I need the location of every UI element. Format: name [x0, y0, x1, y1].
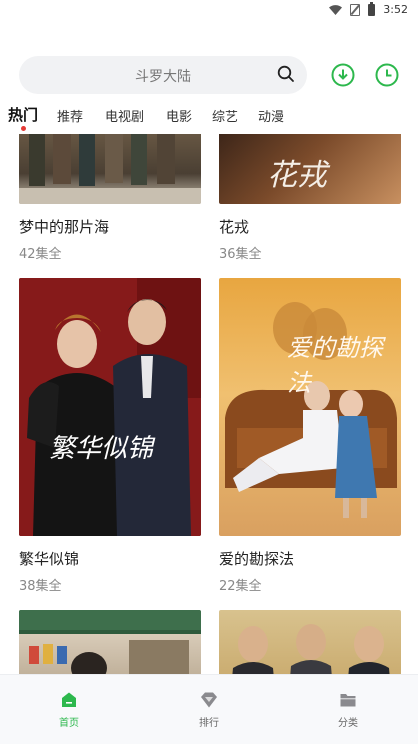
- show-episodes: 38集全: [19, 579, 62, 594]
- history-icon[interactable]: [375, 63, 399, 87]
- status-bar: 3:52: [0, 0, 418, 22]
- battery-icon: [368, 1, 376, 16]
- show-poster[interactable]: 花戎: [219, 134, 401, 204]
- poster-title-art: 繁华似锦: [49, 434, 154, 464]
- tab-movies[interactable]: 电影: [166, 106, 192, 125]
- show-poster[interactable]: [19, 610, 201, 674]
- active-tab-indicator: [21, 126, 26, 131]
- show-card[interactable]: 花戎 花戎 36集全: [219, 134, 401, 262]
- show-card[interactable]: 梦中的那片海 42集全: [19, 134, 201, 262]
- tab-tv-series[interactable]: 电视剧: [105, 106, 144, 125]
- show-title: 花戎: [219, 218, 250, 236]
- nav-home[interactable]: 首页: [29, 691, 109, 729]
- poster-title-art: 爱的勘探法: [287, 334, 383, 397]
- show-title: 梦中的那片海: [19, 218, 110, 236]
- show-card[interactable]: 繁华似锦 繁华似锦 38集全: [19, 278, 201, 594]
- show-poster[interactable]: [219, 610, 401, 674]
- show-card[interactable]: [19, 610, 201, 674]
- tab-variety[interactable]: 综艺: [212, 106, 238, 125]
- nav-home-label: 首页: [59, 718, 79, 729]
- show-episodes: 42集全: [19, 247, 62, 262]
- show-episodes: 22集全: [219, 579, 262, 594]
- tab-hot[interactable]: 热门: [8, 104, 38, 125]
- tab-anime[interactable]: 动漫: [258, 106, 284, 125]
- tab-recommend[interactable]: 推荐: [57, 106, 83, 125]
- download-icon[interactable]: [331, 63, 355, 87]
- nav-category[interactable]: 分类: [308, 691, 388, 729]
- show-title: 爱的勘探法: [219, 550, 295, 568]
- no-sim-icon: [350, 3, 361, 16]
- nav-ranking-label: 排行: [199, 718, 219, 729]
- poster-title-art: 花戎: [267, 158, 327, 193]
- show-episodes: 36集全: [219, 247, 262, 262]
- diamond-icon: [201, 692, 217, 708]
- home-icon: [62, 692, 76, 707]
- category-tabs: 热门 推荐 电视剧 电影 综艺 动漫: [0, 100, 418, 134]
- search-icon[interactable]: [277, 65, 295, 83]
- search-bar[interactable]: 斗罗大陆: [19, 56, 307, 94]
- nav-ranking[interactable]: 排行: [169, 691, 249, 729]
- show-grid: 梦中的那片海 42集全 花戎 花戎 36集全 繁华似锦 繁华似锦 38集全 爱的…: [0, 134, 418, 674]
- folder-icon: [340, 694, 356, 707]
- status-time: 3:52: [383, 3, 408, 16]
- show-card[interactable]: [219, 610, 401, 674]
- nav-category-label: 分类: [338, 718, 358, 729]
- show-card[interactable]: 爱的勘探法 爱的勘探法 22集全: [219, 278, 401, 594]
- show-poster[interactable]: 爱的勘探法: [219, 278, 401, 536]
- bottom-navigation: 首页 排行 分类: [0, 674, 418, 744]
- show-poster[interactable]: [19, 134, 201, 204]
- wifi-icon: [329, 4, 343, 15]
- search-placeholder: 斗罗大陆: [135, 69, 191, 85]
- show-title: 繁华似锦: [19, 550, 80, 568]
- show-poster[interactable]: 繁华似锦: [19, 278, 201, 536]
